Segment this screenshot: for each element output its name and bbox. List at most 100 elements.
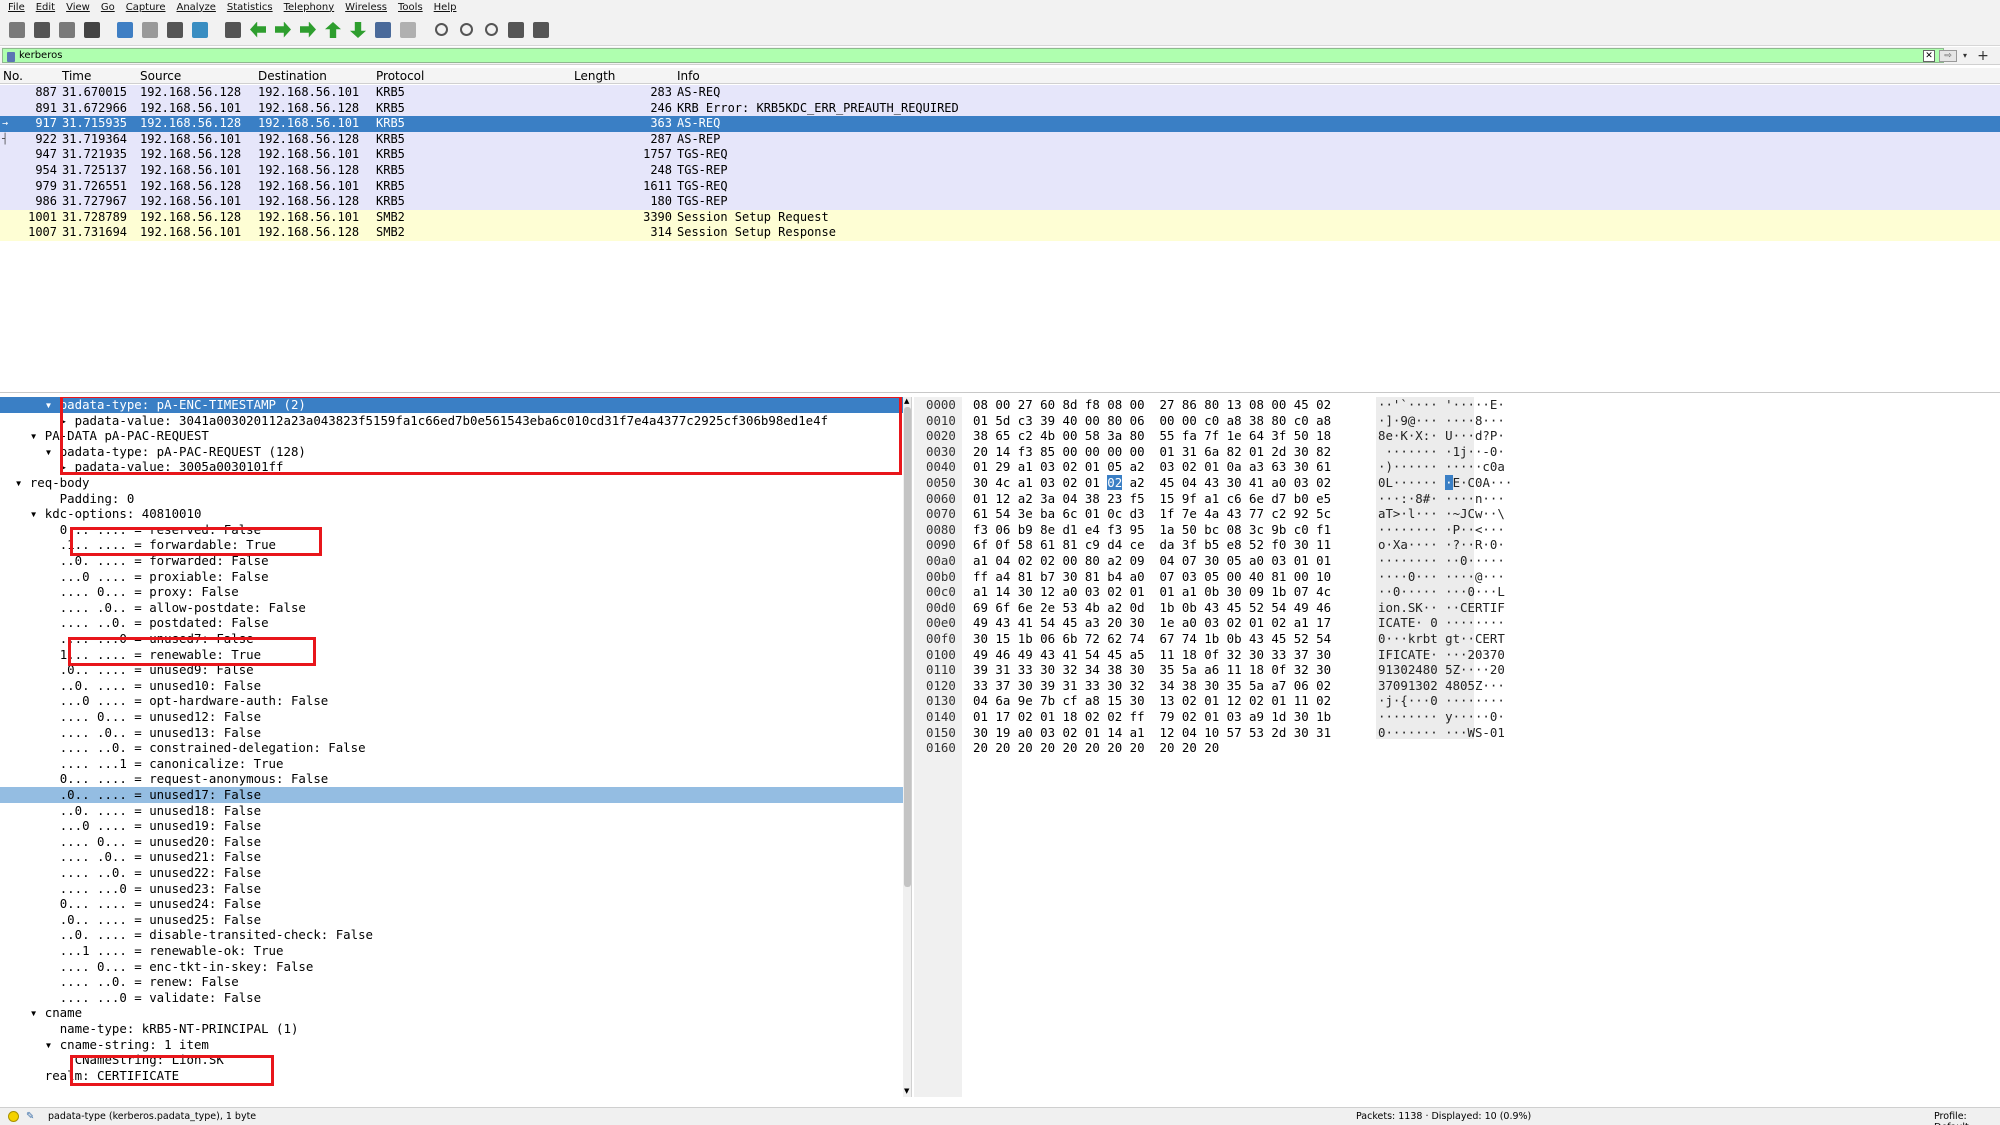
hex-row[interactable]: 0040 01 29 a1 03 02 01 05 a2 03 02 01 0a … xyxy=(914,459,2000,475)
expanded-arrow-icon[interactable]: ▾ xyxy=(45,397,60,412)
hex-row[interactable]: 0120 33 37 30 39 31 33 30 32 34 38 30 35 … xyxy=(914,678,2000,694)
shark-fin-start-icon[interactable] xyxy=(6,19,28,41)
hex-row[interactable]: 0030 20 14 f3 85 00 00 00 00 01 31 6a 82 … xyxy=(914,444,2000,460)
go-to-packet-icon[interactable] xyxy=(297,19,319,41)
save-file-icon[interactable] xyxy=(139,19,161,41)
hex-row[interactable]: 0010 01 5d c3 39 40 00 80 06 00 00 c0 a8 … xyxy=(914,413,2000,429)
details-scrollbar[interactable]: ▲ ▼ xyxy=(903,397,911,1097)
detail-tree-item[interactable]: .... ...1 = canonicalize: True xyxy=(0,756,903,772)
menu-telephony[interactable]: Telephony xyxy=(284,2,335,13)
expanded-arrow-icon[interactable]: ▾ xyxy=(30,1005,45,1020)
packet-row[interactable]: 979 31.726551 192.168.56.128 192.168.56.101… xyxy=(0,178,2000,195)
hex-row[interactable]: 00c0 a1 14 30 12 a0 03 02 01 01 a1 0b 30 … xyxy=(914,584,2000,600)
expert-info-icon[interactable] xyxy=(8,1111,19,1122)
packet-row[interactable]: 891 31.672966 192.168.56.101 192.168.56.128… xyxy=(0,100,2000,117)
packet-row[interactable]: 986 31.727967 192.168.56.101 192.168.56.128… xyxy=(0,194,2000,210)
packet-row[interactable]: 887 31.670015 192.168.56.128 192.168.56.101… xyxy=(0,85,2000,101)
column-header-info[interactable]: Info xyxy=(677,69,700,83)
hex-row[interactable]: 0140 01 17 02 01 18 02 02 ff 79 02 01 03 … xyxy=(914,709,2000,725)
open-file-icon[interactable] xyxy=(114,19,136,41)
restart-icon[interactable] xyxy=(56,19,78,41)
detail-tree-item[interactable]: 0... .... = unused24: False xyxy=(0,896,903,912)
detail-tree-item[interactable]: ...0 .... = opt-hardware-auth: False xyxy=(0,693,903,709)
menu-capture[interactable]: Capture xyxy=(126,2,166,13)
packet-row[interactable]: 1007 31.731694 192.168.56.101 192.168.56.12… xyxy=(0,225,2000,241)
capture-options-icon[interactable] xyxy=(81,19,103,41)
hex-row[interactable]: 0050 30 4c a1 03 02 01 02 a2 45 04 43 30 … xyxy=(914,475,2000,491)
detail-tree-item[interactable]: .... ..0. = constrained-delegation: Fals… xyxy=(0,740,903,756)
hex-row[interactable]: 00d0 69 6f 6e 2e 53 4b a2 0d 1b 0b 43 45 … xyxy=(914,600,2000,616)
expanded-arrow-icon[interactable]: ▾ xyxy=(30,506,45,521)
hex-row[interactable]: 0110 39 31 33 30 32 34 38 30 35 5a a6 11 … xyxy=(914,662,2000,678)
detail-tree-item[interactable]: ...1 .... = renewable-ok: True xyxy=(0,943,903,959)
apply-filter-button[interactable]: ⇨ xyxy=(1939,50,1957,62)
find-packet-icon[interactable] xyxy=(222,19,244,41)
detail-tree-item[interactable]: .0.. .... = unused25: False xyxy=(0,912,903,928)
hex-row[interactable]: 0130 04 6a 9e 7b cf a8 15 30 13 02 01 12 … xyxy=(914,693,2000,709)
display-filter-input[interactable]: kerberos xyxy=(2,48,1944,63)
detail-tree-item[interactable]: .... .0.. = unused13: False xyxy=(0,725,903,741)
hex-row[interactable]: 0000 08 00 27 60 8d f8 08 00 27 86 80 13 … xyxy=(914,397,2000,413)
detail-tree-item[interactable]: .... ..0. = renew: False xyxy=(0,974,903,990)
expanded-arrow-icon[interactable]: ▾ xyxy=(45,1037,60,1052)
detail-tree-item[interactable]: .... 0... = unused12: False xyxy=(0,709,903,725)
filter-history-dropdown-icon[interactable]: ▾ xyxy=(1960,50,1970,62)
zoom-out-icon[interactable] xyxy=(455,19,477,41)
detail-tree-item[interactable]: ..0. .... = unused10: False xyxy=(0,678,903,694)
detail-tree-item[interactable]: name-type: kRB5-NT-PRINCIPAL (1) xyxy=(0,1021,903,1037)
add-filter-button-icon[interactable]: + xyxy=(1976,48,1990,64)
expanded-arrow-icon[interactable]: ▾ xyxy=(30,428,45,443)
selected-byte[interactable]: 02 xyxy=(1107,475,1123,490)
menu-tools[interactable]: Tools xyxy=(398,2,423,13)
go-forward-icon[interactable] xyxy=(272,19,294,41)
filter-bookmark-icon[interactable] xyxy=(7,52,15,62)
column-header-protocol[interactable]: Protocol xyxy=(376,69,424,83)
column-header-time[interactable]: Time xyxy=(62,69,91,83)
details-scroll-thumb[interactable] xyxy=(904,407,911,887)
detail-tree-item[interactable]: .... ..0. = unused22: False xyxy=(0,865,903,881)
close-file-icon[interactable] xyxy=(164,19,186,41)
hex-row[interactable]: 0160 20 20 20 20 20 20 20 20 20 20 20 xyxy=(914,740,2000,756)
detail-tree-item[interactable]: .... .0.. = allow-postdate: False xyxy=(0,600,903,616)
detail-tree-item[interactable]: .... ..0. = postdated: False xyxy=(0,615,903,631)
hex-row[interactable]: 00e0 49 43 41 54 45 a3 20 30 1e a0 03 02 … xyxy=(914,615,2000,631)
edit-comment-icon[interactable]: ✎ xyxy=(26,1111,37,1122)
detail-tree-item[interactable]: ...0 .... = unused19: False xyxy=(0,818,903,834)
detail-tree-item[interactable]: ▾ req-body xyxy=(0,475,903,491)
hex-row[interactable]: 0090 6f 0f 58 61 81 c9 d4 ce da 3f b5 e8 … xyxy=(914,537,2000,553)
detail-tree-item[interactable]: ▾ kdc-options: 40810010 xyxy=(0,506,903,522)
hex-row[interactable]: 00b0 ff a4 81 b7 30 81 b4 a0 07 03 05 00 … xyxy=(914,569,2000,585)
menu-go[interactable]: Go xyxy=(101,2,115,13)
hex-row[interactable]: 0080 f3 06 b9 8e d1 e4 f3 95 1a 50 bc 08 … xyxy=(914,522,2000,538)
column-header-length[interactable]: Length xyxy=(574,69,615,83)
go-last-icon[interactable] xyxy=(347,19,369,41)
stop-icon[interactable] xyxy=(31,19,53,41)
detail-tree-item[interactable]: .... .0.. = unused21: False xyxy=(0,849,903,865)
detail-tree-item[interactable]: .... 0... = enc-tkt-in-skey: False xyxy=(0,959,903,975)
layout-icon[interactable] xyxy=(530,19,552,41)
detail-tree-item[interactable]: .... 0... = unused20: False xyxy=(0,834,903,850)
menu-statistics[interactable]: Statistics xyxy=(227,2,273,13)
hex-row[interactable]: 0060 01 12 a2 3a 04 38 23 f5 15 9f a1 c6 … xyxy=(914,491,2000,507)
packet-row[interactable]: 1001 31.728789 192.168.56.128 192.168.56.10… xyxy=(0,209,2000,226)
scroll-up-icon[interactable]: ▲ xyxy=(904,397,909,405)
zoom-in-icon[interactable] xyxy=(430,19,452,41)
expanded-arrow-icon[interactable]: ▾ xyxy=(15,475,30,490)
resize-columns-icon[interactable] xyxy=(505,19,527,41)
menu-help[interactable]: Help xyxy=(434,2,457,13)
hex-row[interactable]: 0150 30 19 a0 03 02 01 14 a1 12 04 10 57 … xyxy=(914,725,2000,741)
detail-tree-item[interactable]: .0.. .... = unused17: False xyxy=(0,787,903,803)
packet-row[interactable]: 954 31.725137 192.168.56.101 192.168.56.128… xyxy=(0,163,2000,179)
scroll-down-icon[interactable]: ▼ xyxy=(904,1087,909,1095)
hex-row[interactable]: 0020 38 65 c2 4b 00 58 3a 80 55 fa 7f 1e … xyxy=(914,428,2000,444)
menu-wireless[interactable]: Wireless xyxy=(345,2,387,13)
detail-tree-item[interactable]: ▾ cname-string: 1 item xyxy=(0,1037,903,1053)
hex-row[interactable]: 0100 49 46 49 43 41 54 45 a5 11 18 0f 32 … xyxy=(914,647,2000,663)
menu-analyze[interactable]: Analyze xyxy=(176,2,215,13)
detail-tree-item[interactable]: ..0. .... = disable-transited-check: Fal… xyxy=(0,927,903,943)
column-header-source[interactable]: Source xyxy=(140,69,181,83)
menu-file[interactable]: File xyxy=(8,2,25,13)
detail-tree-item[interactable]: 0... .... = request-anonymous: False xyxy=(0,771,903,787)
zoom-normal-icon[interactable] xyxy=(480,19,502,41)
go-back-icon[interactable] xyxy=(247,19,269,41)
